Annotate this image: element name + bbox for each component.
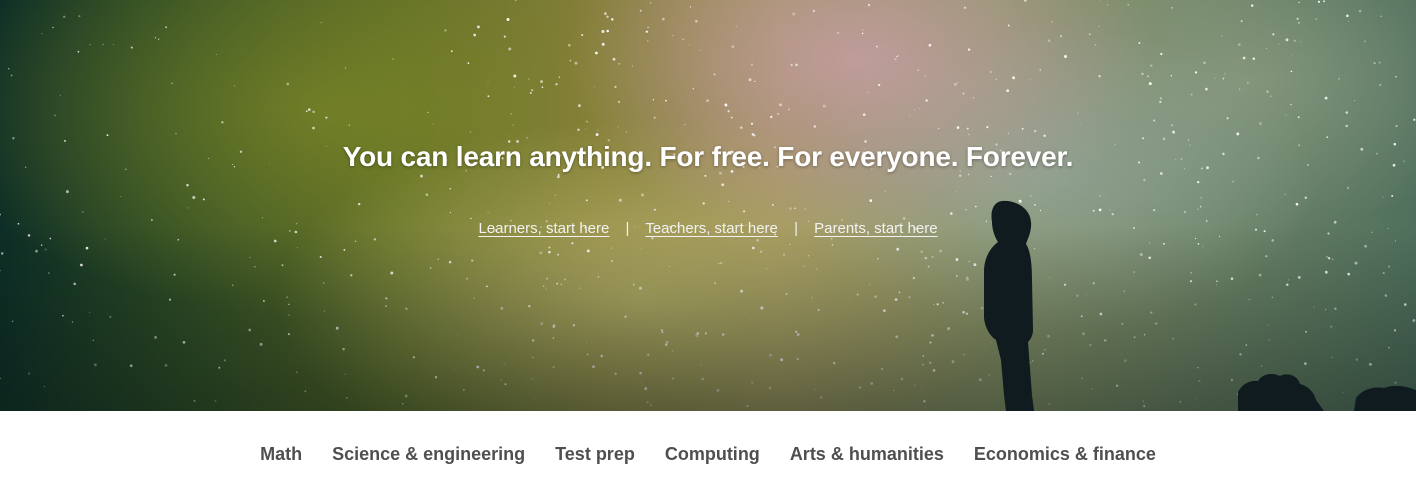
- hero-banner: You can learn anything. For free. For ev…: [0, 0, 1416, 411]
- subject-item-economics-finance: Economics & finance: [974, 444, 1156, 465]
- hero-tagline: You can learn anything. For free. For ev…: [342, 141, 1074, 172]
- subject-link-computing[interactable]: Computing: [665, 444, 760, 464]
- subject-link-science-engineering[interactable]: Science & engineering: [332, 444, 525, 464]
- subject-nav-list: Math Science & engineering Test prep Com…: [0, 444, 1416, 465]
- subject-link-arts-humanities[interactable]: Arts & humanities: [790, 444, 944, 464]
- hero-content: You can learn anything. For free. For ev…: [0, 0, 1416, 411]
- subject-item-math: Math: [260, 444, 302, 465]
- start-here-links: Learners, start here | Teachers, start h…: [0, 220, 1416, 237]
- subject-link-economics-finance[interactable]: Economics & finance: [974, 444, 1156, 464]
- subject-item-science-engineering: Science & engineering: [332, 444, 525, 465]
- subject-item-test-prep: Test prep: [555, 444, 635, 465]
- learners-start-link[interactable]: Learners, start here: [478, 220, 609, 237]
- subject-link-math[interactable]: Math: [260, 444, 302, 464]
- subject-item-arts-humanities: Arts & humanities: [790, 444, 944, 465]
- subject-item-computing: Computing: [665, 444, 760, 465]
- parents-start-link[interactable]: Parents, start here: [814, 220, 937, 237]
- subject-link-test-prep[interactable]: Test prep: [555, 444, 635, 464]
- link-separator: |: [794, 220, 798, 237]
- teachers-start-link[interactable]: Teachers, start here: [645, 220, 778, 237]
- link-separator: |: [625, 220, 630, 237]
